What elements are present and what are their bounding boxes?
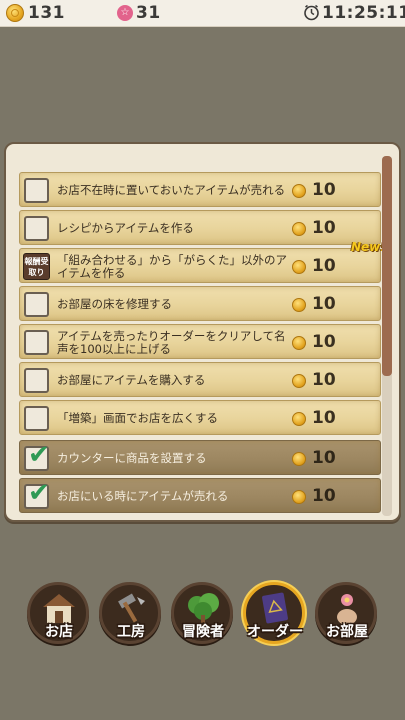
new-badge: New!: [351, 240, 386, 254]
order-row[interactable]: アイテムを売ったりオーダーをクリアして名声を100以上に上げる 10: [19, 324, 381, 359]
checkbox[interactable]: [24, 330, 49, 355]
nav-label: 工房: [117, 624, 145, 640]
coin-icon: [6, 4, 24, 22]
coin-icon: [292, 298, 306, 312]
nav-label: オーダー: [247, 624, 303, 640]
gem-count: 31: [136, 3, 161, 23]
coin-icon: [292, 412, 306, 426]
order-row[interactable]: お部屋の床を修理する 10: [19, 286, 381, 321]
order-text: お部屋の床を修理する: [57, 297, 172, 311]
order-row[interactable]: 「増築」画面でお店を広くする 10: [19, 400, 381, 435]
reward-amount: 10: [312, 448, 336, 468]
coin-count: 131: [28, 3, 65, 23]
claim-reward-button[interactable]: 報酬受取り: [23, 253, 50, 280]
order-text: カウンターに商品を設置する: [57, 451, 207, 465]
checkmark-icon: ✔: [28, 440, 50, 470]
clock-icon: [304, 4, 319, 21]
checkmark-icon: ✔: [28, 478, 50, 508]
order-row[interactable]: お店不在時に置いておいたアイテムが売れる 10: [19, 172, 381, 207]
nav-workshop-button[interactable]: 工房: [99, 582, 161, 644]
coin-icon: [292, 184, 306, 198]
coin-icon: [292, 260, 306, 274]
coin-icon: [292, 452, 306, 466]
coin-icon: [292, 374, 306, 388]
reward-amount: 10: [312, 408, 336, 428]
checkbox[interactable]: [24, 368, 49, 393]
order-text: 「増築」画面でお店を広くする: [57, 411, 218, 425]
scrollbar[interactable]: [382, 156, 392, 516]
order-panel: お店不在時に置いておいたアイテムが売れる 10 レシピからアイテムを作る 10 …: [4, 142, 401, 522]
checkbox[interactable]: ✔: [24, 442, 50, 471]
gem-icon: ☆: [117, 5, 133, 21]
coin-icon: [292, 222, 306, 236]
checkbox[interactable]: [24, 178, 49, 203]
status-bar: 131 ☆ 31 11:25:11: [0, 0, 405, 27]
nav-adventurer-button[interactable]: 冒険者: [171, 582, 233, 644]
nav-label: お店: [45, 624, 73, 640]
reward-amount: 10: [312, 486, 336, 506]
order-text: お店不在時に置いておいたアイテムが売れる: [57, 183, 286, 197]
checkbox[interactable]: [24, 216, 49, 241]
order-row-completed[interactable]: ✔ お店にいる時にアイテムが売れる 10: [19, 478, 381, 513]
order-text: お部屋にアイテムを購入する: [57, 373, 206, 387]
reward-amount: 10: [312, 294, 336, 314]
checkbox[interactable]: [24, 292, 49, 317]
nav-shop-button[interactable]: お店: [27, 582, 89, 644]
order-row[interactable]: 報酬受取り 「組み合わせる」から「がらくた」以外のアイテムを作る 10 New!: [19, 240, 386, 283]
order-row[interactable]: レシピからアイテムを作る 10: [19, 210, 381, 245]
nav-order-button[interactable]: オーダー: [243, 582, 305, 644]
reward-amount: 10: [312, 370, 336, 390]
coin-icon: [292, 490, 306, 504]
order-text: お店にいる時にアイテムが売れる: [57, 489, 229, 503]
reward-amount: 10: [312, 256, 336, 276]
order-text: 「組み合わせる」から「がらくた」以外のアイテムを作る: [57, 252, 287, 280]
coin-icon: [292, 336, 306, 350]
nav-label: 冒険者: [182, 624, 224, 640]
checkbox[interactable]: ✔: [24, 480, 50, 509]
reward-amount: 10: [312, 180, 336, 200]
reward-amount: 10: [312, 218, 336, 238]
nav-room-button[interactable]: お部屋: [315, 582, 377, 644]
scrollbar-thumb[interactable]: [382, 156, 392, 376]
clock-time: 11:25:11: [322, 3, 405, 23]
reward-amount: 10: [312, 332, 336, 352]
order-row-completed[interactable]: ✔ カウンターに商品を設置する 10: [19, 440, 381, 475]
order-text: アイテムを売ったりオーダーをクリアして名声を100以上に上げる: [57, 328, 286, 356]
checkbox[interactable]: [24, 406, 49, 431]
nav-label: お部屋: [326, 624, 368, 640]
order-row[interactable]: お部屋にアイテムを購入する 10: [19, 362, 381, 397]
order-text: レシピからアイテムを作る: [57, 221, 194, 235]
